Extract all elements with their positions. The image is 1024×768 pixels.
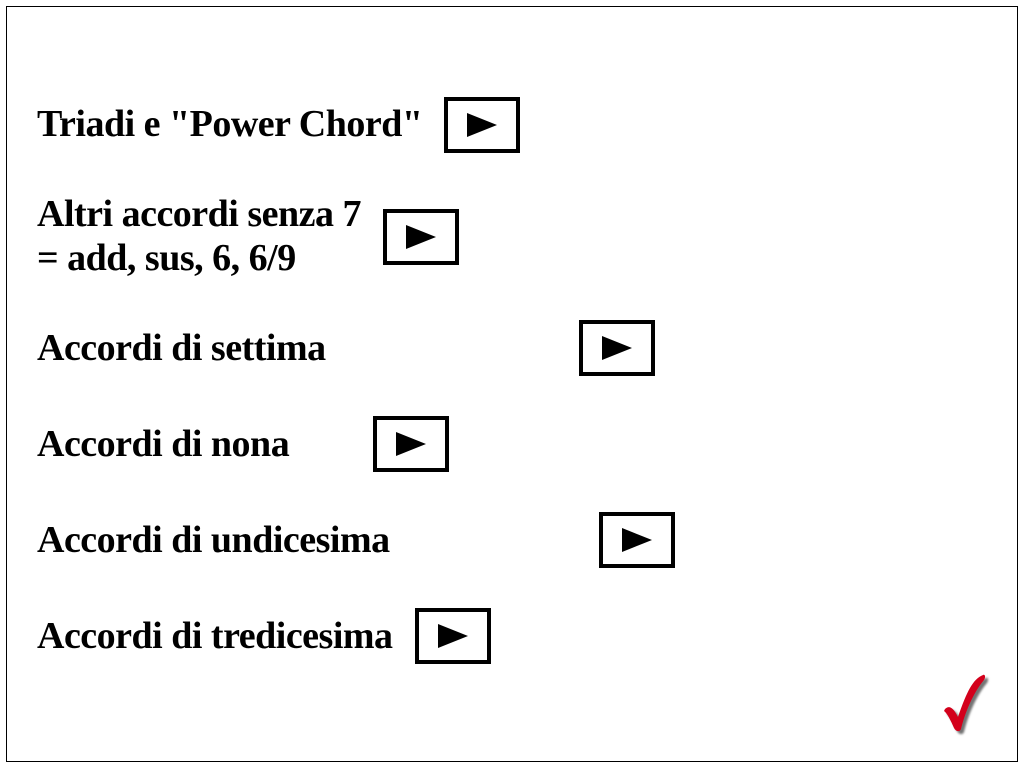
row-undicesima: Accordi di undicesima [37, 512, 837, 568]
play-icon [404, 223, 438, 251]
play-icon [436, 622, 470, 650]
play-accordi-settima[interactable] [579, 320, 655, 376]
slide-frame: Triadi e "Power Chord" Altri accordi sen… [6, 6, 1018, 762]
check-icon [939, 671, 987, 733]
play-accordi-tredicesima[interactable] [415, 608, 491, 664]
play-triadi[interactable] [444, 97, 520, 153]
confirm-button[interactable] [939, 671, 995, 743]
play-accordi-undicesima[interactable] [599, 512, 675, 568]
row-settima: Accordi di settima [37, 320, 837, 376]
play-accordi-nona[interactable] [373, 416, 449, 472]
row-tredicesima: Accordi di tredicesima [37, 608, 837, 664]
label-settima: Accordi di settima [37, 327, 557, 371]
play-altri-accordi-senza-7[interactable] [383, 209, 459, 265]
row-triadi: Triadi e "Power Chord" [37, 97, 837, 153]
label-tredicesima: Accordi di tredicesima [37, 615, 393, 659]
label-triadi: Triadi e "Power Chord" [37, 103, 422, 147]
play-icon [394, 430, 428, 458]
row-altri-accordi: Altri accordi senza 7= add, sus, 6, 6/9 [37, 193, 837, 280]
row-nona: Accordi di nona [37, 416, 837, 472]
play-icon [600, 334, 634, 362]
label-nona: Accordi di nona [37, 423, 289, 467]
play-icon [620, 526, 654, 554]
label-undicesima: Accordi di undicesima [37, 519, 577, 563]
play-icon [465, 111, 499, 139]
label-altri-accordi: Altri accordi senza 7= add, sus, 6, 6/9 [37, 193, 361, 280]
chord-topic-list: Triadi e "Power Chord" Altri accordi sen… [37, 97, 837, 704]
